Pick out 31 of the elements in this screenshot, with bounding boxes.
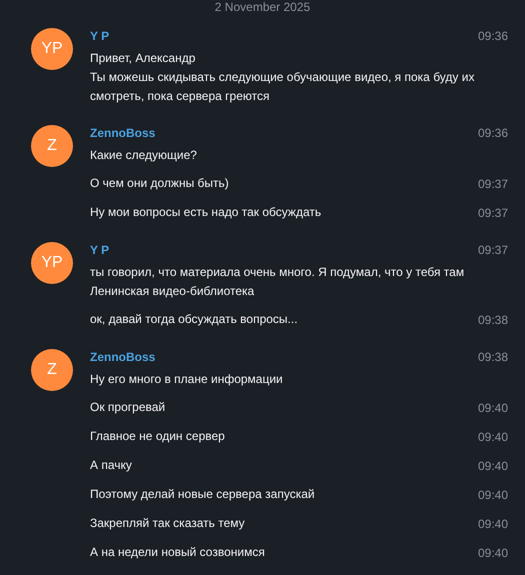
sender-name[interactable]: Y P <box>90 240 110 260</box>
message-time: 09:38 <box>478 312 508 329</box>
message-time: 09:38 <box>478 349 508 366</box>
message-time: 09:40 <box>478 516 508 533</box>
message-text: ок, давай тогда обсуждать вопросы... <box>90 311 298 328</box>
message-time: 09:40 <box>478 400 508 417</box>
message-text: Ну мои вопросы есть надо так обсуждать <box>90 204 322 221</box>
message-time: 09:37 <box>478 205 508 222</box>
sender-name[interactable]: ZennoBoss <box>90 123 156 143</box>
sender-name[interactable]: ZennoBoss <box>90 347 156 367</box>
message-text: Закрепляй так сказать тему <box>90 515 245 532</box>
message-text: Поэтому делай новые сервера запускай <box>90 486 315 503</box>
message-text: ты говорил, что материала очень много. Я подумал, что у тебя там Ленинская видео-библиотека <box>90 264 466 300</box>
message-text: Главное не один сервер <box>90 428 225 445</box>
sender-name[interactable]: Y P <box>90 26 110 46</box>
message-time: 09:36 <box>478 28 508 45</box>
message-time: 09:37 <box>478 176 508 193</box>
message-time: 09:36 <box>478 125 508 142</box>
message-text: О чем они должны быть) <box>90 175 229 192</box>
message-text: Ну его много в плане информации <box>90 371 283 388</box>
message-time: 09:37 <box>478 242 508 259</box>
message-time: 09:40 <box>478 429 508 446</box>
message-time: 09:40 <box>478 487 508 504</box>
message-time: 09:40 <box>478 545 508 562</box>
message-text: А пачку <box>90 457 132 474</box>
message-text: А на недели новый созвонимся <box>90 544 265 561</box>
date-header: 2 November 2025 <box>214 0 312 14</box>
message-text: Какие следующие? <box>90 147 197 164</box>
message-text: Привет, Александр Ты можешь скидывать следующие обучающие видео, я пока буду их смотреть, пока сервера греются <box>90 50 476 105</box>
message-time: 09:40 <box>478 458 508 475</box>
message-text: Ок прогревай <box>90 399 166 416</box>
